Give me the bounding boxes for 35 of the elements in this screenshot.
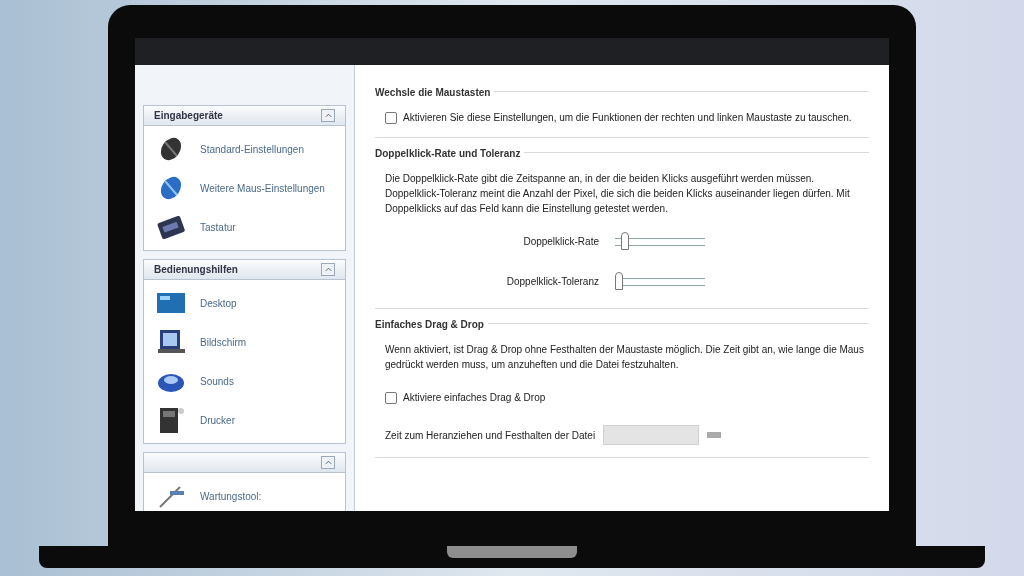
sidebar-item[interactable]: Wartungstool: xyxy=(156,483,333,509)
sidebar-item[interactable]: Standard-Einstellungen xyxy=(156,136,333,162)
slider-label: Doppelklick-Toleranz xyxy=(505,274,600,289)
slider-thumb[interactable] xyxy=(615,272,623,290)
sidebar-item[interactable]: Desktop xyxy=(156,290,333,316)
panel-title: Eingabegeräte xyxy=(154,109,224,123)
checkbox-label: Aktivieren Sie diese Einstellungen, um die Funktionen der rechten und linken Maustaste zu tauschen. xyxy=(403,111,852,125)
slider-track[interactable] xyxy=(615,272,705,290)
sidebar-item[interactable]: Bildschirm xyxy=(156,329,333,355)
collapse-button[interactable] xyxy=(321,263,335,276)
checkbox[interactable] xyxy=(385,391,397,404)
group-title: Doppelklick-Rate und Toleranz xyxy=(375,146,525,161)
field-label: Zeit zum Heranziehen und Festhalten der Datei xyxy=(385,428,596,443)
chevron-up-icon xyxy=(324,460,332,465)
group-title: Einfaches Drag & Drop xyxy=(375,317,488,332)
chevron-up-icon xyxy=(324,113,332,118)
time-field[interactable] xyxy=(603,425,700,445)
checkbox-label: Aktiviere einfaches Drag & Drop xyxy=(403,391,546,405)
panel-title: Bedienungshilfen xyxy=(154,263,239,277)
checkbox[interactable] xyxy=(385,111,397,124)
sidebar-item[interactable]: Drucker xyxy=(156,407,333,433)
slider-thumb[interactable] xyxy=(620,232,629,250)
screen-icon xyxy=(156,290,186,316)
sidebar-item[interactable]: Tastatur xyxy=(156,214,333,240)
monitor-icon xyxy=(156,329,186,355)
chevron-up-icon xyxy=(324,267,332,272)
sidebar-item[interactable]: Weitere Maus-Einstellungen xyxy=(156,175,333,201)
spin-button[interactable] xyxy=(707,432,722,438)
collapse-button[interactable] xyxy=(321,456,335,469)
description: Wenn aktiviert, ist Drag & Drop ohne Festhalten der Maustaste möglich. Die Zeit gibt an, wie lange die Maus gedrückt werden muss, um anzuheften und die Datei festzuhalten. xyxy=(384,343,865,372)
slider-label: Doppelklick-Rate xyxy=(522,234,600,249)
collapse-button[interactable] xyxy=(321,109,335,122)
sidebar-item[interactable]: Sounds xyxy=(156,368,333,394)
description: Die Doppelklick-Rate gibt die Zeitspanne an, in der die beiden Klicks ausgeführt werden müssen. Doppelklick-Toleranz meint die Anzahl der Pixel, die sich die beiden Klicks auseinander liegen dürfen. Mit Doppelklicks auf das Feld kann die Einstellung getestet werden. xyxy=(384,172,851,216)
slider-track[interactable] xyxy=(615,232,705,250)
